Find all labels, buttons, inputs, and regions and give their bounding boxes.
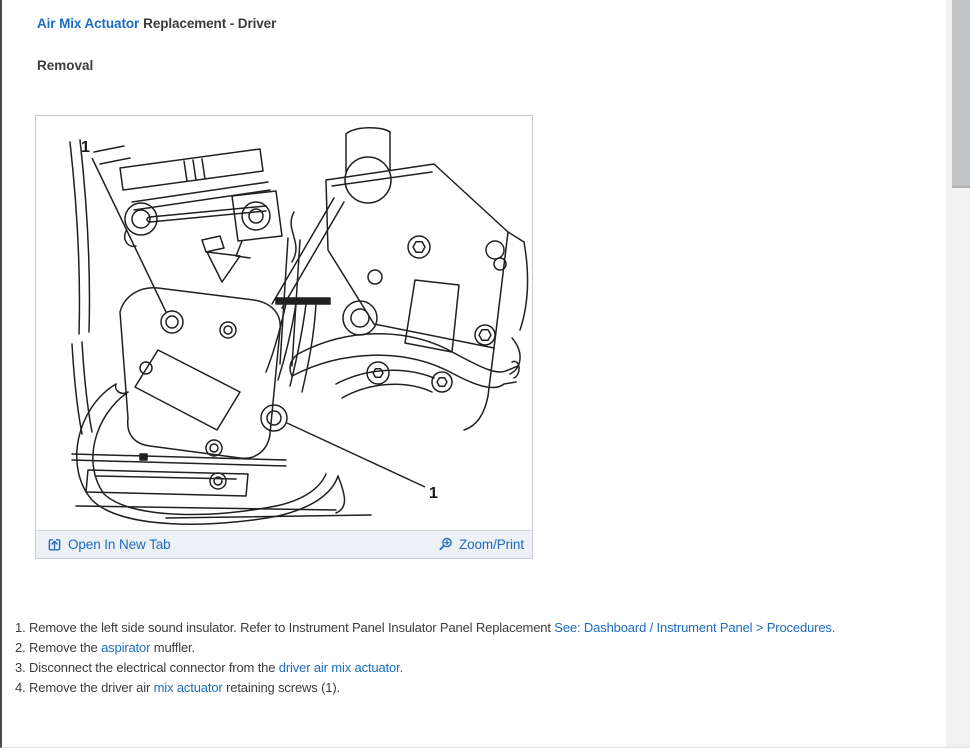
actuator-diagram: 1 1 [69,127,529,525]
step-text: Disconnect the electrical connector from… [29,660,279,675]
step-text: muffler. [150,640,195,655]
page-title-rest: Replacement - Driver [143,16,277,31]
figure-box: 1 1 Open In New Tab Zoom/Print [35,115,533,559]
step-text: retaining screws (1). [222,680,340,695]
open-in-new-tab-icon [48,539,61,551]
page-title: Air Mix Actuator Replacement - Driver [37,16,276,31]
diagram-image: 1 1 [36,116,532,530]
step-text: Remove the left side sound insulator. Re… [29,620,555,635]
step-number: 2. [15,640,26,655]
step-item: 2. Remove the aspirator muffler. [6,638,916,658]
step-item: 1. Remove the left side sound insulator.… [6,618,916,638]
step-number: 1. [15,620,26,635]
zoom-in-icon [439,537,452,551]
section-heading-removal: Removal [37,58,94,73]
scrollbar-track[interactable] [946,0,970,747]
callout-label: 1 [81,139,90,156]
inline-link[interactable]: mix actuator [154,680,223,695]
steps-list: 1. Remove the left side sound insulator.… [6,618,916,698]
zoom-print-label: Zoom/Print [458,537,524,552]
scrollbar-thumb[interactable] [952,0,970,188]
callout-1-top: 1 [81,139,167,313]
manual-page: Air Mix Actuator Replacement - Driver Rem… [0,0,970,748]
zoom-print-link[interactable]: Zoom/Print [438,537,524,552]
step-text: Remove the driver air [29,680,154,695]
inline-link[interactable]: aspirator [101,640,150,655]
figure-toolbar: Open In New Tab Zoom/Print [36,530,532,558]
inline-link[interactable]: See: Dashboard / Instrument Panel > Proc… [554,620,835,635]
open-in-new-tab-link[interactable]: Open In New Tab [47,537,171,552]
step-item: 4. Remove the driver air mix actuator re… [6,678,916,698]
callout-label: 1 [429,485,438,502]
step-number: 4. [15,680,26,695]
callout-1-bottom: 1 [286,422,438,502]
open-in-new-tab-label: Open In New Tab [68,537,171,552]
page-title-link[interactable]: Air Mix Actuator [37,16,139,31]
step-item: 3. Disconnect the electrical connector f… [6,658,916,678]
step-number: 3. [15,660,26,675]
inline-link[interactable]: driver air mix actuator. [279,660,403,675]
diagram-line-art [69,127,529,525]
step-text: Remove the [29,640,102,655]
